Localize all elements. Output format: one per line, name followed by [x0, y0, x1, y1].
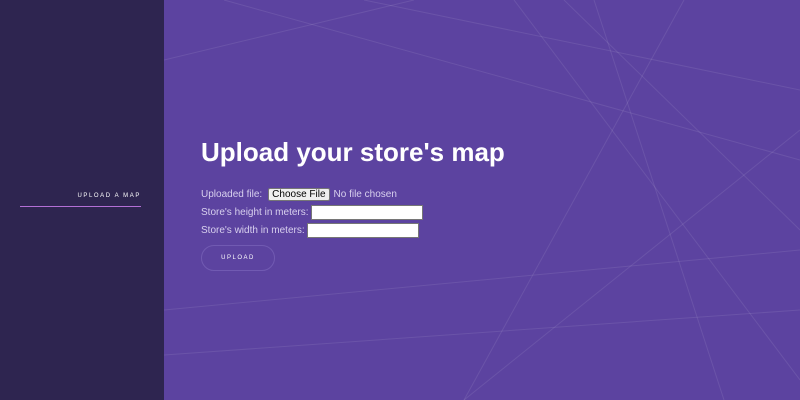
page-title: Upload your store's map: [201, 137, 505, 167]
main-panel: Upload your store's map Uploaded file: C…: [164, 0, 800, 400]
width-row: Store's width in meters:: [201, 221, 761, 239]
sidebar: UPLOAD A MAP: [0, 0, 164, 400]
file-row: Uploaded file: Choose File No file chose…: [201, 185, 761, 203]
sidebar-item-upload-map[interactable]: UPLOAD A MAP: [20, 193, 141, 207]
height-input[interactable]: [310, 204, 423, 220]
width-label: Store's width in meters:: [201, 224, 305, 236]
upload-button[interactable]: UPLOAD: [201, 245, 275, 271]
file-label: Uploaded file:: [201, 188, 263, 200]
upload-content: Upload your store's map Uploaded file: C…: [201, 136, 761, 271]
width-input[interactable]: [306, 222, 419, 238]
file-status-text: No file chosen: [333, 188, 397, 200]
choose-file-button[interactable]: Choose File: [268, 187, 330, 201]
upload-form: Uploaded file: Choose File No file chose…: [201, 185, 761, 271]
height-label: Store's height in meters:: [201, 206, 309, 218]
height-row: Store's height in meters:: [201, 203, 761, 221]
app-window: UPLOAD A MAP Upload your store's map Upl: [0, 0, 800, 400]
